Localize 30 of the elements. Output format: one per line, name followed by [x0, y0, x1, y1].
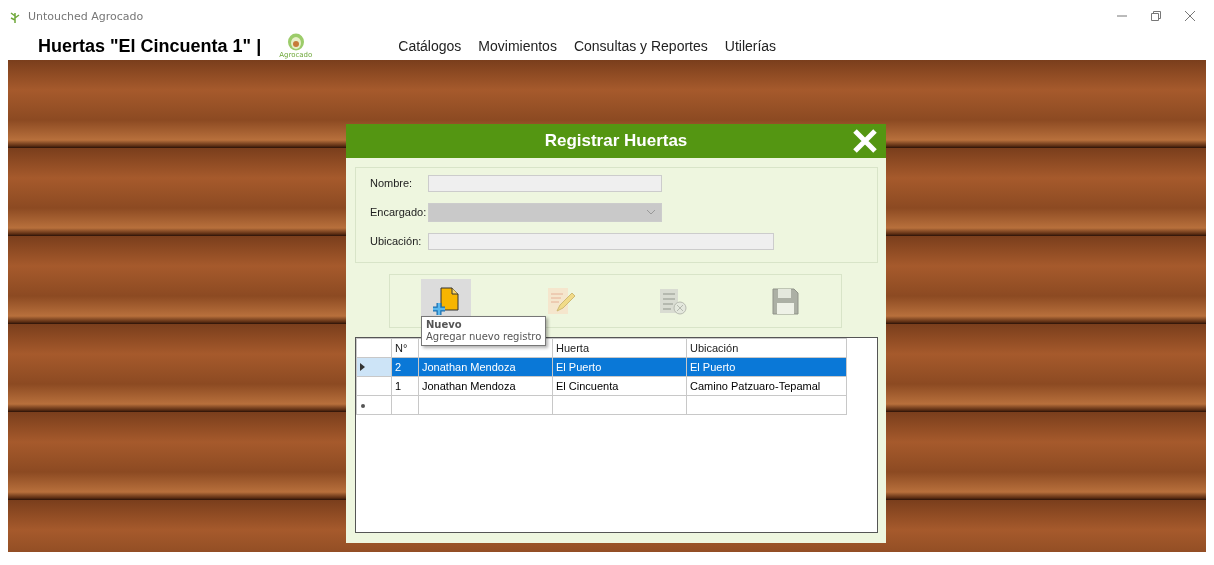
- restore-icon[interactable]: [1150, 10, 1162, 22]
- dropdown-field[interactable]: [428, 202, 662, 222]
- table-cell: Jonathan Mendoza: [418, 376, 553, 396]
- dialog-title: Registrar Huertas: [544, 131, 688, 151]
- current-row-icon: [360, 363, 366, 371]
- avocado-logo: [286, 33, 305, 51]
- new-row-icon: [360, 403, 366, 409]
- chevron-down-icon: [647, 209, 655, 215]
- field-label: Nombre:: [370, 177, 414, 189]
- app-title: Huertas "El Cincuenta 1" |: [38, 35, 262, 57]
- new-row[interactable]: [356, 395, 847, 415]
- window-title: Untouched Agrocado: [28, 10, 144, 23]
- field-label: Encargado:: [370, 206, 428, 218]
- column-header: Ubicación: [686, 338, 847, 358]
- menu-item[interactable]: Utilerías: [722, 38, 779, 54]
- tooltip: Nuevo Agregar nuevo registro: [421, 316, 547, 346]
- table-cell: 1: [391, 376, 419, 396]
- table-cell: Camino Patzuaro-Tepamal: [686, 376, 847, 396]
- table-row[interactable]: 2 Jonathan Mendoza El Puerto El Puerto: [356, 357, 847, 377]
- menu-item[interactable]: Catálogos: [396, 38, 464, 54]
- field-label: Ubicación:: [370, 235, 423, 247]
- menu-item[interactable]: Movimientos: [476, 38, 559, 54]
- column-header: N°: [391, 338, 419, 358]
- table-cell: El Cincuenta: [552, 376, 687, 396]
- table-row[interactable]: 1 Jonathan Mendoza El Cincuenta Camino Patzuaro-Tepamal: [356, 376, 847, 396]
- column-header: Huerta: [552, 338, 687, 358]
- close-button[interactable]: [852, 128, 878, 154]
- close-icon[interactable]: [1184, 10, 1196, 22]
- app-icon: [8, 10, 22, 24]
- menu-item[interactable]: Consultas y Reportes: [571, 38, 710, 54]
